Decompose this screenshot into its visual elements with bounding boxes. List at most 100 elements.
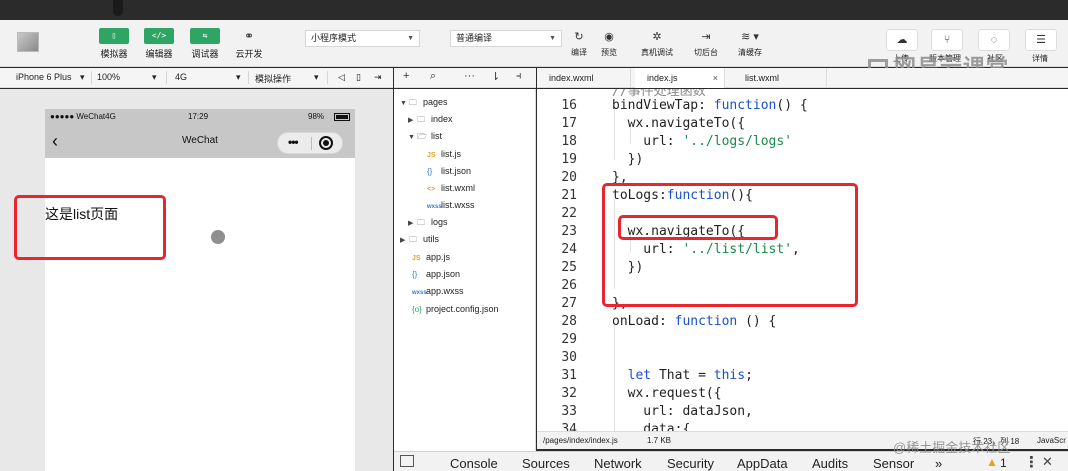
sort-icon[interactable]: ⇂	[491, 70, 500, 83]
details-button[interactable]: ☰	[1025, 29, 1057, 51]
volume-icon[interactable]: ◁	[338, 72, 345, 83]
code-icon: </>	[144, 28, 174, 44]
simulator-area: ●●●●● WeChat4G 17:29 98% ‹ WeChat ••• 这是…	[0, 89, 393, 471]
chevron-down-icon: ▾	[80, 72, 85, 82]
preview-button[interactable]: ◉ 预览	[597, 30, 621, 58]
battery-icon	[334, 113, 350, 121]
phone-screen: ●●●●● WeChat4G 17:29 98% ‹ WeChat ••• 这是…	[45, 109, 355, 471]
tree-item-list[interactable]: ▼ 🗁 list	[408, 131, 442, 145]
tab-sources[interactable]: Sources	[522, 456, 570, 471]
language-mode[interactable]: JavaScr	[1037, 436, 1066, 445]
chevron-down-icon: ▾	[152, 72, 157, 82]
annotation-box-navigateto	[618, 215, 778, 240]
inspect-icon[interactable]	[400, 455, 414, 467]
more-icon[interactable]: •••	[288, 135, 299, 149]
tab-index-js[interactable]: index.js ×	[635, 68, 725, 88]
project-avatar[interactable]	[17, 32, 39, 52]
tab-audits[interactable]: Audits	[812, 456, 848, 471]
device-debug-button[interactable]: ✲ 真机调试	[636, 30, 678, 58]
chevron-down-icon: ▾	[236, 72, 241, 82]
tree-item-pages[interactable]: ▼ 🗀 pages	[400, 97, 448, 111]
close-target-icon[interactable]	[319, 136, 333, 150]
phone-status-bar: ●●●●● WeChat4G 17:29 98%	[45, 109, 355, 126]
file-tree-bar: + ⌕ ··· ⇂ ⫞	[394, 68, 536, 88]
line-number: 32	[561, 386, 577, 401]
editor-button[interactable]: </> 编辑器	[142, 28, 176, 60]
tab-appdata[interactable]: AppData	[737, 456, 788, 471]
line-number: 27	[561, 296, 577, 311]
debugger-button[interactable]: ⇆ 调试器	[188, 28, 222, 60]
tree-item-list-json[interactable]: {} list.json	[427, 166, 471, 180]
tab-security[interactable]: Security	[667, 456, 714, 471]
split-icon[interactable]: ⫞	[516, 70, 522, 83]
chevron-down-icon: ▾	[314, 72, 319, 82]
bug-icon: ✲	[652, 31, 662, 43]
branch-icon: ⑂	[943, 34, 951, 46]
detach-icon[interactable]: ⇥	[374, 72, 382, 83]
folder-icon: 🗀	[409, 235, 417, 244]
compile-button[interactable]: ↻ 编译	[568, 30, 590, 58]
kebab-menu-icon[interactable]: ⋮	[1024, 453, 1039, 471]
search-icon[interactable]: ⌕	[430, 70, 436, 83]
tree-item-app-wxss[interactable]: wxssapp.wxss	[412, 286, 464, 300]
line-number: 31	[561, 368, 577, 383]
tree-item-app-json[interactable]: {} app.json	[412, 269, 460, 283]
line-number: 29	[561, 332, 577, 347]
background-button[interactable]: ⇥ 切后台	[690, 30, 722, 58]
tree-item-list-wxml[interactable]: <> list.wxml	[427, 183, 475, 197]
more-tabs-icon[interactable]: »	[935, 456, 942, 471]
switch-icon: ⇥	[701, 31, 711, 43]
code-line: url: dataJson,	[612, 404, 753, 419]
network-select[interactable]: 4G	[175, 72, 187, 82]
tree-item-index[interactable]: ▶ 🗀 index	[408, 114, 453, 128]
device-select[interactable]: iPhone 6 Plus	[16, 72, 72, 82]
annotation-box-tologs	[602, 183, 858, 307]
json-file-icon: {}	[412, 270, 418, 279]
tab-sensor[interactable]: Sensor	[873, 456, 914, 471]
tree-item-logs[interactable]: ▶ 🗀 logs	[408, 217, 448, 231]
line-number: 17	[561, 116, 577, 131]
eye-icon: ◉	[604, 31, 614, 43]
warning-icon[interactable]: ▲	[986, 455, 998, 469]
line-number: 23	[561, 224, 577, 239]
tab-console[interactable]: Console	[450, 456, 498, 471]
line-number: 25	[561, 260, 577, 275]
more-icon[interactable]: ···	[464, 70, 475, 82]
chat-icon: ◌	[990, 34, 998, 46]
compile-select[interactable]: 普通编译 ▼	[450, 30, 562, 47]
community-button[interactable]: ◌	[978, 29, 1010, 51]
tree-item-project-config[interactable]: {o} project.config.json	[412, 304, 499, 318]
upload-button[interactable]: ☁	[886, 29, 918, 51]
mode-select[interactable]: 小程序模式 ▼	[305, 30, 420, 47]
rotate-icon[interactable]: ▯	[356, 72, 361, 83]
json-file-icon: {}	[427, 167, 433, 176]
cloud-dev-button[interactable]: ⚭ 云开发	[232, 28, 266, 60]
miniprogram-capsule[interactable]: •••	[277, 132, 343, 154]
window-top-strip	[0, 0, 1068, 20]
tab-index-wxml[interactable]: index.wxml	[537, 68, 631, 88]
close-icon[interactable]: ✕	[1042, 454, 1053, 470]
warning-count: 1	[1000, 456, 1007, 470]
line-number: 21	[561, 188, 577, 203]
tree-item-list-js[interactable]: JS list.js	[427, 149, 461, 163]
js-file-icon: JS	[427, 152, 436, 159]
tree-item-app-js[interactable]: JS app.js	[412, 252, 450, 266]
line-number: 26	[561, 278, 577, 293]
close-icon[interactable]: ×	[713, 68, 718, 88]
tab-list-wxml[interactable]: list.wxml	[733, 68, 827, 88]
add-icon[interactable]: +	[403, 70, 409, 82]
folder-icon: 🗀	[417, 218, 425, 227]
tree-item-list-wxss[interactable]: wxsslist.wxss	[427, 200, 475, 214]
operation-select[interactable]: 模拟操作	[255, 72, 291, 85]
line-number: 28	[561, 314, 577, 329]
link-icon: ⚭	[243, 29, 255, 43]
annotation-box-page-text	[14, 195, 166, 260]
version-button[interactable]: ⑂	[931, 29, 963, 51]
tree-item-utils[interactable]: ▶ 🗀 utils	[400, 234, 439, 248]
zoom-select[interactable]: 100%	[97, 72, 120, 82]
line-number: 24	[561, 242, 577, 257]
simulator-button[interactable]: ▯ 模拟器	[97, 28, 131, 60]
tab-network[interactable]: Network	[594, 456, 642, 471]
clear-cache-button[interactable]: ≋ ▾ 清缓存	[733, 30, 767, 58]
phone-nav-bar: ‹ WeChat •••	[45, 126, 355, 158]
